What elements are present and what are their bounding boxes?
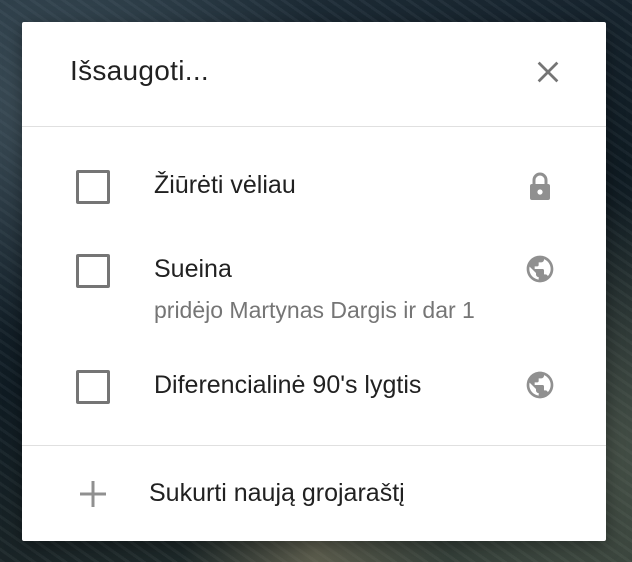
playlist-subtitle: pridėjo Martynas Dargis ir dar 1 [154,297,475,323]
dialog-title: Išsaugoti... [70,55,210,86]
playlist-label: Diferencialinė 90's lygtis [154,371,422,399]
create-playlist-button[interactable]: Sukurti naują grojaraštį [22,446,606,542]
close-icon [537,61,559,83]
playlist-checkbox[interactable] [76,254,110,288]
lock-icon [524,170,556,202]
plus-icon [80,481,106,507]
save-to-playlist-dialog: Išsaugoti... Žiūrėti vėliau Sueina pridė… [22,22,606,541]
close-button[interactable] [528,52,568,92]
dialog-header: Išsaugoti... [22,22,606,127]
playlist-label: Sueina [154,255,232,283]
playlist-list: Žiūrėti vėliau Sueina pridėjo Martynas D… [22,127,606,446]
create-playlist-label: Sukurti naują grojaraštį [149,479,405,507]
playlist-checkbox[interactable] [76,170,110,204]
globe-icon [524,253,556,285]
globe-icon [524,369,556,401]
playlist-checkbox[interactable] [76,370,110,404]
playlist-label: Žiūrėti vėliau [154,171,296,199]
